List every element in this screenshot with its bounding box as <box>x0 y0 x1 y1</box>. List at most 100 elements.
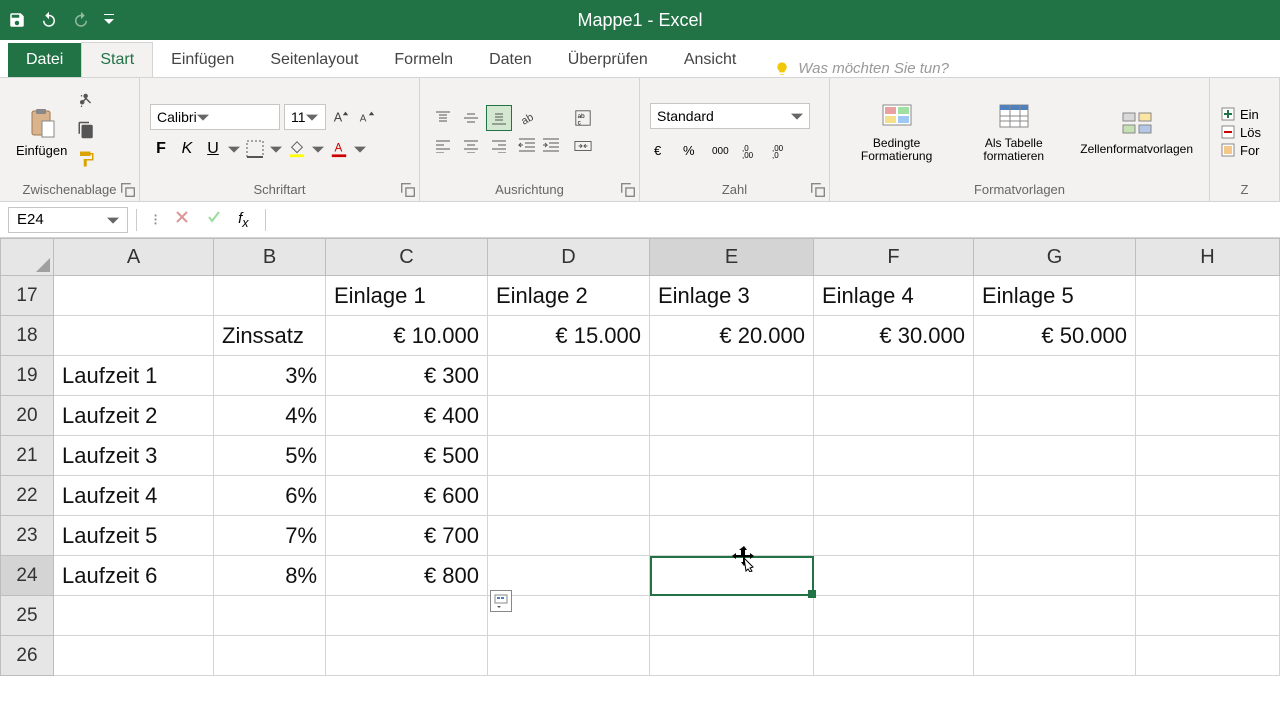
cell-G20[interactable] <box>974 396 1136 436</box>
format-painter-icon[interactable] <box>77 150 95 173</box>
cell-A23[interactable]: Laufzeit 5 <box>54 516 214 556</box>
cell-C23[interactable]: € 700 <box>326 516 488 556</box>
column-header-G[interactable]: G <box>974 238 1136 276</box>
cell-A20[interactable]: Laufzeit 2 <box>54 396 214 436</box>
row-header-19[interactable]: 19 <box>0 356 54 396</box>
cell-A17[interactable] <box>54 276 214 316</box>
dialog-launcher-icon[interactable] <box>621 183 635 197</box>
increase-decimal-icon[interactable]: ,0,00 <box>740 139 762 161</box>
select-all-corner[interactable] <box>0 238 54 276</box>
fill-color-icon[interactable] <box>286 138 308 160</box>
tab-insert[interactable]: Einfügen <box>153 43 252 77</box>
cell-C24[interactable]: € 800 <box>326 556 488 596</box>
cell-H21[interactable] <box>1136 436 1280 476</box>
cell-C25[interactable] <box>326 596 488 636</box>
cell-D20[interactable] <box>488 396 650 436</box>
cell-C26[interactable] <box>326 636 488 676</box>
chevron-down-icon[interactable] <box>228 143 240 155</box>
paste-button[interactable]: Einfügen <box>10 105 73 160</box>
tab-home[interactable]: Start <box>81 42 153 77</box>
cell-D19[interactable] <box>488 356 650 396</box>
cell-B22[interactable]: 6% <box>214 476 326 516</box>
save-icon[interactable] <box>8 11 26 29</box>
tab-formulas[interactable]: Formeln <box>376 43 471 77</box>
cell-D18[interactable]: € 15.000 <box>488 316 650 356</box>
decrease-font-icon[interactable]: A <box>356 106 378 128</box>
cell-H20[interactable] <box>1136 396 1280 436</box>
dialog-launcher-icon[interactable] <box>811 183 825 197</box>
cell-H25[interactable] <box>1136 596 1280 636</box>
orientation-icon[interactable]: ab <box>516 107 538 129</box>
percent-format-icon[interactable]: % <box>680 139 702 161</box>
cell-G21[interactable] <box>974 436 1136 476</box>
decrease-indent-icon[interactable] <box>516 135 538 157</box>
cell-A25[interactable] <box>54 596 214 636</box>
cell-B18[interactable]: Zinssatz <box>214 316 326 356</box>
wrap-text-icon[interactable]: abc <box>572 107 594 129</box>
cell-A22[interactable]: Laufzeit 4 <box>54 476 214 516</box>
cell-F18[interactable]: € 30.000 <box>814 316 974 356</box>
cell-C22[interactable]: € 600 <box>326 476 488 516</box>
tab-file[interactable]: Datei <box>8 43 81 77</box>
enter-icon[interactable] <box>206 209 222 230</box>
row-header-17[interactable]: 17 <box>0 276 54 316</box>
italic-button[interactable]: K <box>176 138 198 160</box>
cell-G23[interactable] <box>974 516 1136 556</box>
row-header-20[interactable]: 20 <box>0 396 54 436</box>
format-cells-button[interactable]: For <box>1220 142 1269 158</box>
cell-E25[interactable] <box>650 596 814 636</box>
cell-C21[interactable]: € 500 <box>326 436 488 476</box>
conditional-formatting-button[interactable]: Bedingte Formatierung <box>840 99 953 165</box>
font-name-combo[interactable]: Calibri <box>150 104 280 130</box>
cell-H22[interactable] <box>1136 476 1280 516</box>
tab-page-layout[interactable]: Seitenlayout <box>252 43 376 77</box>
cell-B17[interactable] <box>214 276 326 316</box>
chevron-down-icon[interactable] <box>312 143 324 155</box>
insert-function-icon[interactable]: fx <box>238 210 248 230</box>
cell-F22[interactable] <box>814 476 974 516</box>
insert-cells-button[interactable]: Ein <box>1220 106 1269 122</box>
cell-E22[interactable] <box>650 476 814 516</box>
cell-A21[interactable]: Laufzeit 3 <box>54 436 214 476</box>
row-header-22[interactable]: 22 <box>0 476 54 516</box>
cell-E18[interactable]: € 20.000 <box>650 316 814 356</box>
bold-button[interactable]: F <box>150 138 172 160</box>
underline-button[interactable]: U <box>202 138 224 160</box>
increase-indent-icon[interactable] <box>540 135 562 157</box>
column-header-H[interactable]: H <box>1136 238 1280 276</box>
row-header-23[interactable]: 23 <box>0 516 54 556</box>
cell-H18[interactable] <box>1136 316 1280 356</box>
cell-F23[interactable] <box>814 516 974 556</box>
cell-B24[interactable]: 8% <box>214 556 326 596</box>
cell-F26[interactable] <box>814 636 974 676</box>
align-bottom-icon[interactable] <box>486 105 512 131</box>
cell-D22[interactable] <box>488 476 650 516</box>
cell-D17[interactable]: Einlage 2 <box>488 276 650 316</box>
cell-E26[interactable] <box>650 636 814 676</box>
cell-B26[interactable] <box>214 636 326 676</box>
undo-icon[interactable] <box>40 11 58 29</box>
delete-cells-button[interactable]: Lös <box>1220 124 1269 140</box>
borders-icon[interactable] <box>244 138 266 160</box>
cell-E19[interactable] <box>650 356 814 396</box>
name-box[interactable]: E24 <box>8 207 128 233</box>
cell-G18[interactable]: € 50.000 <box>974 316 1136 356</box>
cell-B23[interactable]: 7% <box>214 516 326 556</box>
cell-G24[interactable] <box>974 556 1136 596</box>
cell-C19[interactable]: € 300 <box>326 356 488 396</box>
formula-input[interactable] <box>266 207 1280 233</box>
cell-G22[interactable] <box>974 476 1136 516</box>
cell-E20[interactable] <box>650 396 814 436</box>
cell-styles-button[interactable]: Zellenformatvorlagen <box>1074 105 1199 158</box>
column-header-E[interactable]: E <box>650 238 814 276</box>
format-as-table-button[interactable]: Als Tabelle formatieren <box>957 99 1070 165</box>
align-left-icon[interactable] <box>430 133 456 159</box>
tell-me-search[interactable]: Was möchten Sie tun? <box>754 60 949 77</box>
align-center-icon[interactable] <box>458 133 484 159</box>
cancel-icon[interactable] <box>174 209 190 230</box>
increase-font-icon[interactable]: A <box>330 106 352 128</box>
copy-icon[interactable] <box>77 121 95 144</box>
row-header-24[interactable]: 24 <box>0 556 54 596</box>
cell-A26[interactable] <box>54 636 214 676</box>
redo-icon[interactable] <box>72 11 90 29</box>
